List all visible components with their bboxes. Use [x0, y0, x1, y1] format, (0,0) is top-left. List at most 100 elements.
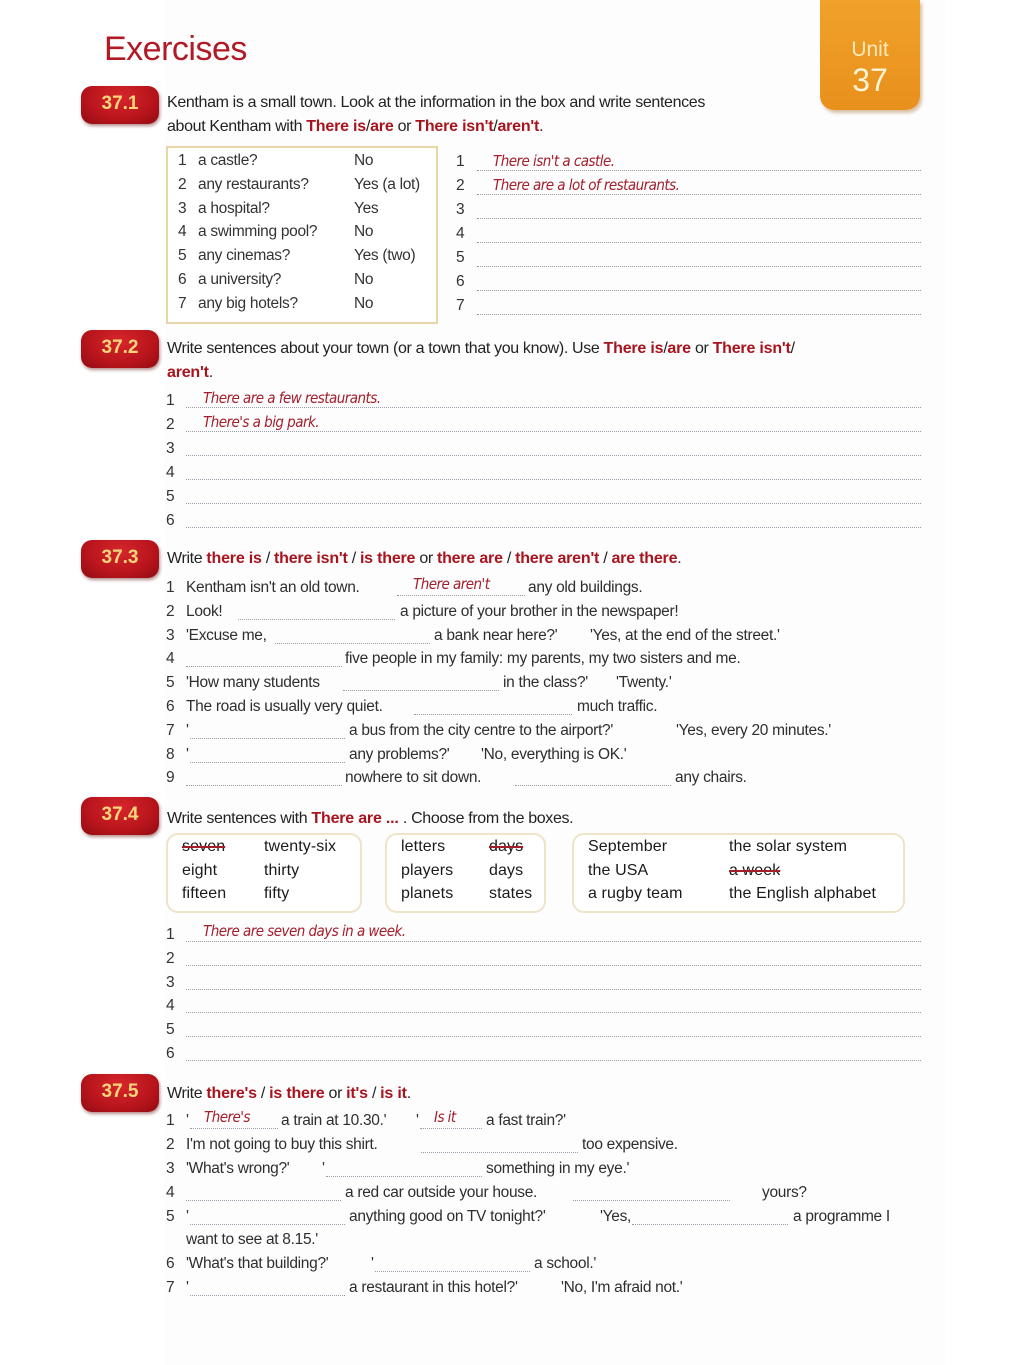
item-number: 3	[166, 1160, 175, 1177]
info-box-index: 1	[178, 152, 187, 169]
answer-blank[interactable]	[190, 1128, 278, 1129]
exercise-text: Kentham isn't an old town.	[186, 579, 360, 596]
answer-blank[interactable]	[190, 1224, 345, 1225]
answer-blank[interactable]	[190, 761, 345, 763]
item-number: 6	[166, 1045, 175, 1062]
item-number: 1	[166, 1112, 175, 1129]
answer-blank[interactable]	[573, 1200, 730, 1201]
exercise-text: Look!	[186, 602, 223, 620]
keyword: There is	[603, 340, 664, 357]
answer-blank[interactable]	[515, 785, 671, 787]
instr-text: Write	[167, 550, 207, 567]
answer-blank[interactable]	[186, 1060, 921, 1061]
answer-blank[interactable]	[477, 314, 921, 315]
answer-blank[interactable]	[421, 1152, 578, 1153]
exercise-text: a programme I	[793, 1208, 890, 1225]
instr-text: Write	[167, 1085, 207, 1102]
filled-answer: Is it	[434, 1108, 456, 1126]
word-option: days	[489, 861, 524, 879]
page-title: Exercises	[104, 30, 247, 68]
answer-blank[interactable]	[275, 642, 430, 644]
keyword: there aren't	[515, 550, 600, 567]
answer-blank[interactable]	[186, 527, 921, 528]
instr-text: about Kentham with	[167, 118, 307, 135]
answer-blank[interactable]	[477, 266, 921, 267]
exercise-badge-37-5: 37.5	[81, 1074, 159, 1112]
info-box-index: 3	[178, 199, 187, 217]
answer-blank[interactable]	[186, 785, 342, 787]
answer-blank[interactable]	[186, 964, 921, 966]
filled-answer: There are a few restaurants.	[203, 389, 381, 407]
exercise-instructions-37-4: Write sentences with There are ... . Cho…	[167, 807, 574, 831]
item-number: 2	[456, 177, 465, 194]
separator: /	[261, 550, 275, 567]
answer-blank[interactable]	[343, 690, 499, 692]
instr-text: or	[690, 340, 713, 357]
answer-blank[interactable]	[186, 941, 921, 942]
word-option: thirty	[264, 861, 300, 879]
exercise-instructions-37-2: Write sentences about your town (or a to…	[167, 337, 795, 385]
item-number: 9	[166, 769, 175, 787]
answer-blank[interactable]	[186, 1200, 341, 1201]
answer-blank[interactable]	[632, 1224, 788, 1225]
info-box-index: 2	[178, 175, 187, 193]
exercise-text: a train at 10.30.'	[281, 1112, 387, 1129]
answer-blank[interactable]	[186, 431, 921, 432]
info-box-row: 1 a castle? No	[178, 152, 428, 174]
answer-blank[interactable]	[186, 503, 921, 504]
word-option-used: days	[489, 838, 524, 855]
exercise-text: 'Yes,	[600, 1208, 632, 1225]
exercise-text: '	[416, 1112, 419, 1129]
word-box-nouns: letters days players days planets states	[385, 833, 546, 913]
exercise-text: a bank near here?'	[434, 626, 558, 644]
info-box-index: 5	[178, 247, 187, 265]
keyword: is there	[359, 550, 416, 567]
answer-blank[interactable]	[186, 1012, 921, 1014]
item-number: 1	[166, 392, 175, 409]
keyword: is there	[269, 1085, 325, 1102]
answer-blank[interactable]	[477, 290, 921, 291]
answer-blank[interactable]	[477, 194, 921, 195]
exercise-text: 'Excuse me,	[186, 626, 267, 644]
exercise-text: '	[186, 1279, 189, 1296]
item-number: 2	[166, 416, 175, 433]
exercise-text: want to see at 8.15.'	[186, 1231, 318, 1248]
answer-blank[interactable]	[190, 737, 345, 739]
answer-blank[interactable]	[420, 1128, 482, 1129]
keyword: there's	[206, 1085, 257, 1102]
answer-blank[interactable]	[477, 242, 921, 243]
exercise-text: '	[186, 1112, 189, 1129]
instr-line-2: about Kentham with There is/are or There…	[167, 115, 705, 139]
answer-blank[interactable]	[477, 170, 921, 171]
info-box-row: 3 a hospital? Yes	[178, 200, 428, 222]
info-box-row: 6 a university? No	[178, 271, 428, 293]
exercise-badge-37-4: 37.4	[81, 797, 159, 835]
instr-text: .	[208, 364, 213, 381]
exercise-text: a school.'	[534, 1255, 596, 1272]
answer-blank[interactable]	[477, 218, 921, 219]
exercise-text: 'What's wrong?'	[186, 1160, 290, 1177]
item-number: 6	[166, 698, 175, 715]
answer-blank[interactable]	[186, 1036, 921, 1038]
exercise-instructions-37-1: Kentham is a small town. Look at the inf…	[167, 91, 705, 139]
answer-blank[interactable]	[186, 988, 921, 990]
answer-blank[interactable]	[186, 407, 921, 408]
answer-blank[interactable]	[375, 1271, 530, 1272]
exercise-text: The road is usually very quiet.	[186, 698, 383, 715]
word-option: players	[401, 861, 454, 879]
answer-blank[interactable]	[186, 666, 342, 668]
item-number: 7	[166, 721, 175, 739]
answer-blank[interactable]	[414, 714, 572, 715]
answer-blank[interactable]	[186, 479, 921, 480]
item-number: 5	[166, 674, 175, 692]
info-box-question: any restaurants?	[198, 175, 309, 193]
exercise-text: '	[186, 1208, 189, 1225]
answer-blank[interactable]	[186, 455, 921, 456]
exercise-text: 'How many students	[186, 674, 320, 692]
exercise-text: too expensive.	[582, 1136, 678, 1153]
answer-blank[interactable]	[190, 1295, 345, 1296]
answer-blank[interactable]	[326, 1176, 482, 1177]
answer-blank[interactable]	[238, 618, 395, 620]
exercise-text: five people in my family: my parents, my…	[345, 650, 741, 668]
answer-blank[interactable]	[397, 595, 525, 596]
